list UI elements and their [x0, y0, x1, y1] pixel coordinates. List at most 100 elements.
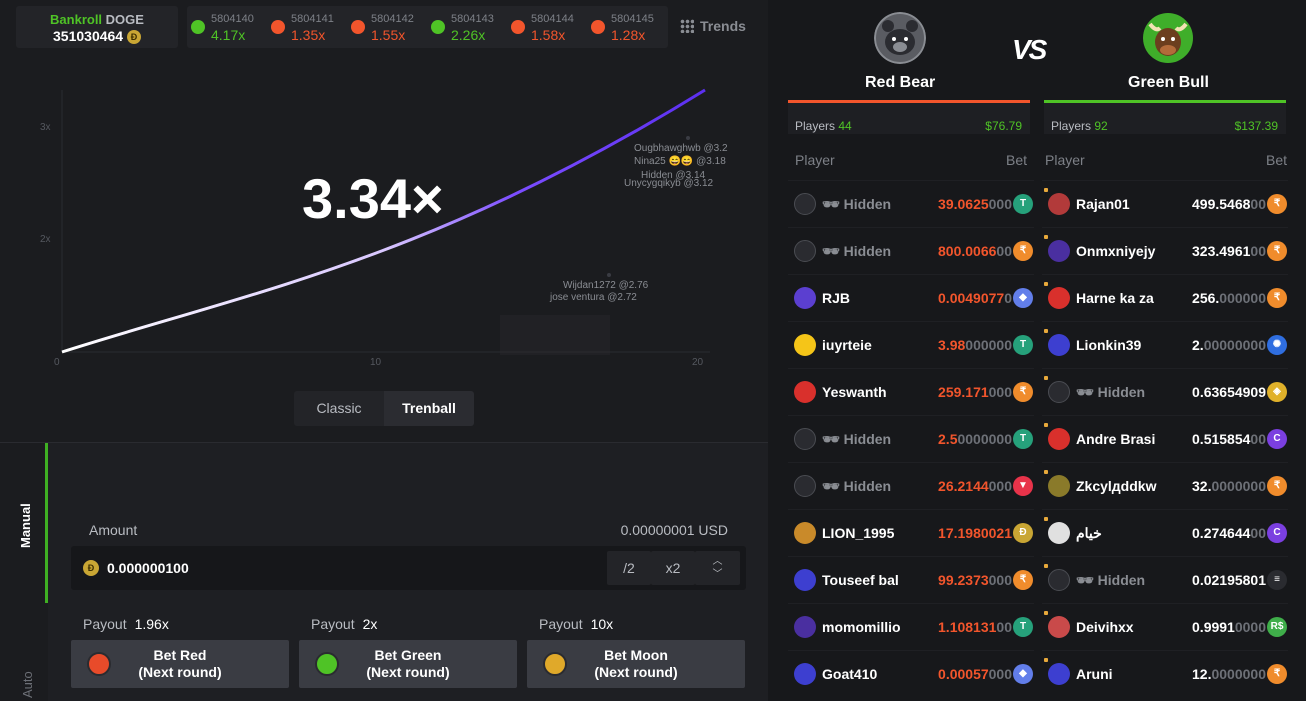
vs-label: VS [1012, 34, 1047, 65]
hidden-avatar-icon [1048, 381, 1070, 403]
history-item[interactable]: 5804142 1.55x [347, 6, 427, 48]
currency-icon: ◈ [1267, 382, 1287, 402]
player-bet: 1.10813100 [938, 619, 1012, 635]
player-row[interactable]: Deivihxx 0.99910000 R$ [1042, 603, 1288, 650]
player-row[interactable]: Aruni 12.0000000 ₹ [1042, 650, 1288, 697]
player-bet: 3.98000000 [938, 337, 1012, 353]
player-name: Lionkin39 [1076, 337, 1142, 353]
player-bet: 0.00057000 [938, 666, 1012, 682]
currency-icon: ₹ [1267, 194, 1287, 214]
player-row[interactable]: 🕶 Hidden 26.2144000 ▼ [788, 462, 1034, 509]
player-row[interactable]: 🕶 Hidden 2.50000000 T [788, 415, 1034, 462]
avatar [1048, 428, 1070, 450]
tab-trenball[interactable]: Trenball [384, 391, 474, 426]
player-row[interactable]: Yeswanth 259.171000 ₹ [788, 368, 1034, 415]
result-dot-icon [351, 20, 365, 34]
currency-icon: C [1267, 523, 1287, 543]
player-row[interactable]: خيام 0.27464400 C [1042, 509, 1288, 556]
trends-button[interactable]: Trends [680, 18, 746, 34]
green-total-amount: $137.39 [1234, 119, 1278, 133]
player-bet: 323.496100 [1192, 243, 1266, 259]
player-row[interactable]: Zkcylдddkw 32.0000000 ₹ [1042, 462, 1288, 509]
doge-coin-icon: Ð [126, 30, 141, 45]
half-button[interactable]: /2 [607, 551, 651, 585]
cashout-labels: Ougbhawghwb @3.2 Nina25 😄😄 @3.18 Hidden … [549, 143, 728, 303]
player-row[interactable]: 🕶 Hidden 0.63654909 ◈ [1042, 368, 1288, 415]
incognito-icon: 🕶 [1076, 384, 1098, 400]
bankroll-label: Bankroll [50, 12, 103, 27]
bet-button-green[interactable]: Bet Green (Next round) [299, 640, 517, 688]
history-item[interactable]: 5804140 4.17x [187, 6, 267, 48]
amount-usd: 0.00000001 USD [620, 522, 728, 538]
crash-chart: 3x 2x 0 10 20 Ougbhawghwb @3.2 Nina25 😄😄… [40, 88, 728, 368]
player-row[interactable]: RJB 0.00490770 ◆ [788, 274, 1034, 321]
history-item[interactable]: 5804143 2.26x [427, 6, 507, 48]
double-button[interactable]: x2 [651, 551, 695, 585]
amount-stepper[interactable]: ︿ ﹀ [695, 551, 740, 585]
vip-marker-icon [1044, 188, 1048, 192]
player-row[interactable]: Rajan01 499.546800 ₹ [1042, 180, 1288, 227]
avatar [1048, 287, 1070, 309]
player-row[interactable]: 🕶 Hidden 800.006600 ₹ [788, 227, 1034, 274]
vip-marker-icon [1044, 470, 1048, 474]
green-col-player: Player [1045, 152, 1085, 168]
player-bet: 259.171000 [938, 384, 1012, 400]
avatar [1048, 663, 1070, 685]
player-row[interactable]: Touseef bal 99.2373000 ₹ [788, 556, 1034, 603]
round-id: 5804141 [291, 13, 334, 25]
history-item[interactable]: 5804141 1.35x [267, 6, 347, 48]
doge-coin-icon: Ð [83, 560, 99, 576]
round-id: 5804142 [371, 13, 414, 25]
player-row[interactable]: Andre Brasi 0.51585400 C [1042, 415, 1288, 462]
chevron-up-icon[interactable]: ︿ [695, 555, 740, 568]
player-row[interactable]: momomillio 1.10813100 T [788, 603, 1034, 650]
player-bet: 39.0625000 [938, 196, 1012, 212]
payout-value: 1.96x [134, 616, 169, 632]
result-dot-icon [191, 20, 205, 34]
amount-input[interactable]: Ð 0.000000100 /2 x2 ︿ ﹀ [71, 546, 746, 590]
bet-button-moon[interactable]: Bet Moon (Next round) [527, 640, 745, 688]
bankroll-currency: DOGE [105, 12, 144, 27]
player-bet: 2.00000000 [1192, 337, 1266, 353]
payout-info: Payout 2x [311, 616, 378, 632]
payout-info: Payout 10x [539, 616, 614, 632]
grid-icon [680, 19, 694, 33]
chevron-down-icon[interactable]: ﹀ [695, 568, 740, 581]
red-team-name: Red Bear [865, 74, 936, 91]
red-col-bet: Bet [1006, 152, 1028, 168]
player-row[interactable]: Harne ka za 256.000000 ₹ [1042, 274, 1288, 321]
player-row[interactable]: LION_1995 17.1980021 Ð [788, 509, 1034, 556]
hidden-avatar-icon [794, 428, 816, 450]
color-dot-icon [543, 652, 567, 676]
amount-value[interactable]: 0.000000100 [107, 560, 189, 576]
player-row[interactable]: Lionkin39 2.00000000 ✺ [1042, 321, 1288, 368]
tab-classic[interactable]: Classic [294, 391, 384, 426]
history-item[interactable]: 5804145 1.28x [587, 6, 667, 48]
payout-info: Payout 1.96x [83, 616, 169, 632]
vip-marker-icon [1044, 658, 1048, 662]
currency-icon: T [1013, 429, 1033, 449]
tab-manual[interactable]: Manual [0, 443, 48, 603]
player-row[interactable]: iuyrteie 3.98000000 T [788, 321, 1034, 368]
player-name: Rajan01 [1076, 196, 1130, 212]
history-item[interactable]: 5804144 1.58x [507, 6, 587, 48]
round-multiplier: 2.26x [451, 27, 486, 43]
round-id: 5804145 [611, 13, 654, 25]
player-bet: 2.50000000 [938, 431, 1012, 447]
player-row[interactable]: Onmxniyejy 323.496100 ₹ [1042, 227, 1288, 274]
player-row[interactable]: 🕶 Hidden 0.02195801 ≡ [1042, 556, 1288, 603]
bet-button-red[interactable]: Bet Red (Next round) [71, 640, 289, 688]
avatar [1048, 616, 1070, 638]
player-row[interactable]: 🕶 Hidden 39.0625000 T [788, 180, 1034, 227]
avatar [794, 381, 816, 403]
player-name: 🕶 Hidden [822, 478, 892, 494]
currency-icon: T [1013, 335, 1033, 355]
cashout-label: Wijdan1272 @2.76 [563, 280, 649, 291]
incognito-icon: 🕶 [1076, 572, 1098, 588]
player-row[interactable]: Goat410 0.00057000 ◆ [788, 650, 1034, 697]
payout-value: 10x [590, 616, 614, 632]
bear-avatar-icon [874, 12, 926, 64]
avatar [794, 334, 816, 356]
player-bet: 12.0000000 [1192, 666, 1266, 682]
player-bet: 0.63654909 [1192, 384, 1266, 400]
